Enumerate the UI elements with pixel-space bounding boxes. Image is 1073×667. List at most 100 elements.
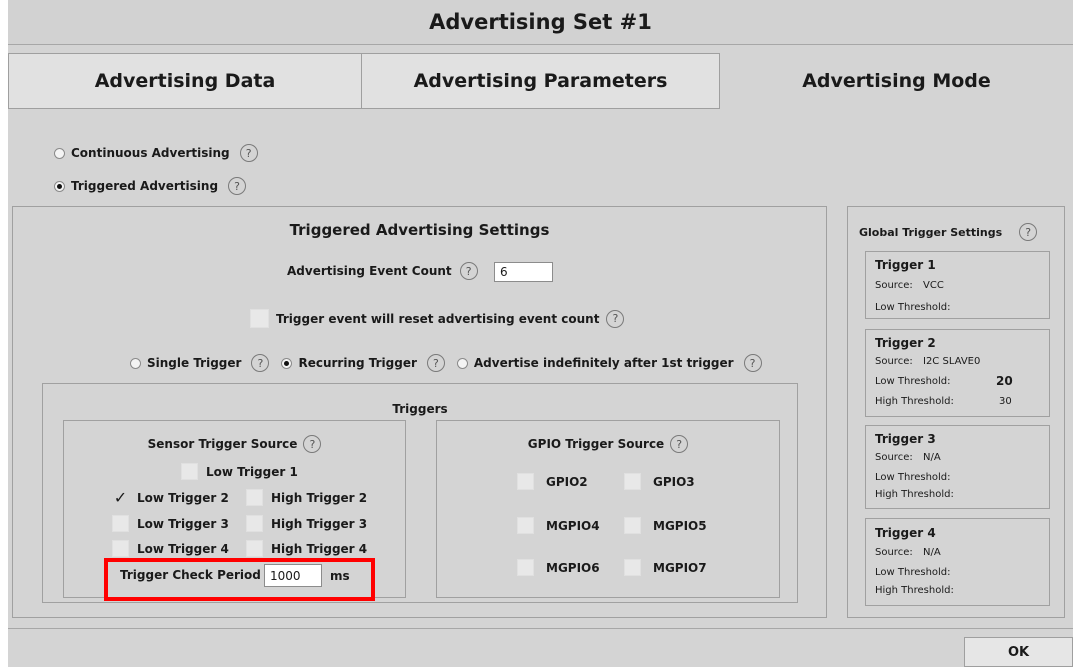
triggered-advertising-radio[interactable] — [54, 180, 65, 192]
reset-count-label: Trigger event will reset advertising eve… — [276, 311, 600, 326]
trigger-4-high-label: High Threshold: — [875, 585, 954, 596]
trigger-4-source-label: Source: — [875, 547, 913, 558]
trigger-2-low-label: Low Threshold: — [875, 376, 951, 387]
tab-label: Advertising Parameters — [413, 70, 668, 92]
low-trigger-1-checkbox[interactable] — [181, 463, 198, 480]
window-title: Advertising Set #1 — [429, 10, 652, 34]
mgpio6-label: MGPIO6 — [546, 560, 600, 575]
trigger-3-low-label: Low Threshold: — [875, 472, 951, 483]
help-icon[interactable]: ? — [239, 144, 258, 162]
high-trigger-4-checkbox[interactable] — [246, 540, 263, 557]
trigger-2-source-value: I2C SLAVE0 — [923, 356, 981, 367]
highlight-box — [104, 558, 375, 601]
triggered-settings-title: Triggered Advertising Settings — [289, 221, 550, 239]
triggered-advertising-option[interactable]: Triggered Advertising ? — [54, 177, 247, 195]
gpio3-label: GPIO3 — [653, 474, 695, 489]
mgpio7-label: MGPIO7 — [653, 560, 707, 575]
event-count-input[interactable]: 6 — [494, 262, 553, 282]
trigger-3-box: Trigger 3 Source: N/A Low Threshold: Hig… — [865, 425, 1050, 509]
high-trigger-3-label: High Trigger 3 — [271, 516, 368, 531]
gpio3-option[interactable]: GPIO3 — [624, 473, 695, 490]
help-icon[interactable]: ? — [1019, 223, 1038, 241]
trigger-4-low-label: Low Threshold: — [875, 567, 951, 578]
mgpio7-option[interactable]: MGPIO7 — [624, 559, 707, 576]
trigger-3-high-label: High Threshold: — [875, 489, 954, 500]
recurring-trigger-radio[interactable] — [281, 357, 293, 369]
help-icon[interactable]: ? — [670, 435, 689, 453]
continuous-advertising-label: Continuous Advertising — [71, 146, 230, 160]
low-trigger-4-checkbox[interactable] — [112, 540, 129, 557]
gpio2-label: GPIO2 — [546, 474, 588, 489]
trigger-1-source-value: VCC — [923, 280, 944, 291]
tab-advertising-parameters[interactable]: Advertising Parameters — [361, 53, 720, 109]
continuous-advertising-option[interactable]: Continuous Advertising ? — [54, 144, 258, 162]
low-trigger-4-option[interactable]: Low Trigger 4 — [112, 540, 229, 557]
trigger-type-row: Single Trigger ? Recurring Trigger ? Adv… — [130, 354, 762, 372]
mgpio4-checkbox[interactable] — [517, 517, 534, 534]
event-count-row: Advertising Event Count ? — [287, 262, 478, 280]
mgpio5-label: MGPIO5 — [653, 518, 707, 533]
low-trigger-1-option[interactable]: Low Trigger 1 — [181, 463, 298, 480]
high-trigger-2-option[interactable]: High Trigger 2 — [246, 489, 367, 506]
trigger-3-name: Trigger 3 — [875, 432, 936, 446]
help-icon[interactable]: ? — [303, 435, 322, 453]
help-icon[interactable]: ? — [426, 354, 445, 372]
mgpio6-checkbox[interactable] — [517, 559, 534, 576]
help-icon[interactable]: ? — [251, 354, 270, 372]
gpio2-checkbox[interactable] — [517, 473, 534, 490]
help-icon[interactable]: ? — [743, 354, 762, 372]
indefinite-trigger-radio[interactable] — [456, 357, 468, 369]
tab-label: Advertising Mode — [802, 70, 991, 92]
reset-count-checkbox[interactable] — [250, 309, 269, 328]
high-trigger-3-option[interactable]: High Trigger 3 — [246, 515, 367, 532]
help-icon[interactable]: ? — [228, 177, 247, 195]
trigger-4-name: Trigger 4 — [875, 526, 936, 540]
reset-count-option[interactable]: Trigger event will reset advertising eve… — [250, 309, 625, 328]
event-count-label: Advertising Event Count — [287, 264, 452, 278]
continuous-advertising-radio[interactable] — [54, 147, 65, 159]
high-trigger-3-checkbox[interactable] — [246, 515, 263, 532]
global-trigger-title: Global Trigger Settings — [859, 225, 1003, 239]
single-trigger-radio[interactable] — [130, 357, 141, 369]
trigger-1-low-label: Low Threshold: — [875, 302, 951, 313]
tab-advertising-mode[interactable]: Advertising Mode — [720, 53, 1073, 109]
high-trigger-4-option[interactable]: High Trigger 4 — [246, 540, 367, 557]
help-icon[interactable]: ? — [459, 262, 478, 280]
gpio3-checkbox[interactable] — [624, 473, 641, 490]
trigger-2-name: Trigger 2 — [875, 336, 936, 350]
mgpio4-option[interactable]: MGPIO4 — [517, 517, 600, 534]
mgpio6-option[interactable]: MGPIO6 — [517, 559, 600, 576]
mgpio5-option[interactable]: MGPIO5 — [624, 517, 707, 534]
tab-label: Advertising Data — [94, 70, 276, 92]
triggers-title: Triggers — [392, 402, 448, 416]
low-trigger-3-checkbox[interactable] — [112, 515, 129, 532]
trigger-2-box: Trigger 2 Source: I2C SLAVE0 Low Thresho… — [865, 329, 1050, 417]
high-trigger-2-checkbox[interactable] — [246, 489, 263, 506]
trigger-3-source-label: Source: — [875, 452, 913, 463]
tab-advertising-data[interactable]: Advertising Data — [8, 53, 362, 109]
check-mark-icon[interactable]: ✓ — [112, 489, 129, 506]
mgpio7-checkbox[interactable] — [624, 559, 641, 576]
low-trigger-1-label: Low Trigger 1 — [206, 464, 298, 479]
high-trigger-4-label: High Trigger 4 — [271, 541, 368, 556]
gpio2-option[interactable]: GPIO2 — [517, 473, 588, 490]
trigger-4-source-value: N/A — [923, 547, 941, 558]
footer-divider — [8, 628, 1073, 629]
recurring-trigger-label: Recurring Trigger — [298, 356, 417, 370]
low-trigger-2-option[interactable]: ✓ Low Trigger 2 — [112, 489, 229, 506]
mgpio5-checkbox[interactable] — [624, 517, 641, 534]
window-title-bar: Advertising Set #1 — [8, 0, 1073, 45]
ok-button[interactable]: OK — [964, 637, 1073, 667]
trigger-2-source-label: Source: — [875, 356, 913, 367]
indefinite-trigger-label: Advertise indefinitely after 1st trigger — [473, 356, 734, 370]
trigger-2-low-value: 20 — [996, 374, 1013, 388]
low-trigger-3-label: Low Trigger 3 — [137, 516, 229, 531]
sensor-trigger-title: Sensor Trigger Source — [147, 437, 298, 451]
low-trigger-3-option[interactable]: Low Trigger 3 — [112, 515, 229, 532]
trigger-1-name: Trigger 1 — [875, 258, 936, 272]
triggered-advertising-label: Triggered Advertising — [71, 179, 219, 193]
triggers-title-wrap: Triggers — [42, 398, 798, 417]
trigger-2-high-value: 30 — [999, 396, 1012, 407]
help-icon[interactable]: ? — [606, 309, 625, 328]
mgpio4-label: MGPIO4 — [546, 518, 600, 533]
